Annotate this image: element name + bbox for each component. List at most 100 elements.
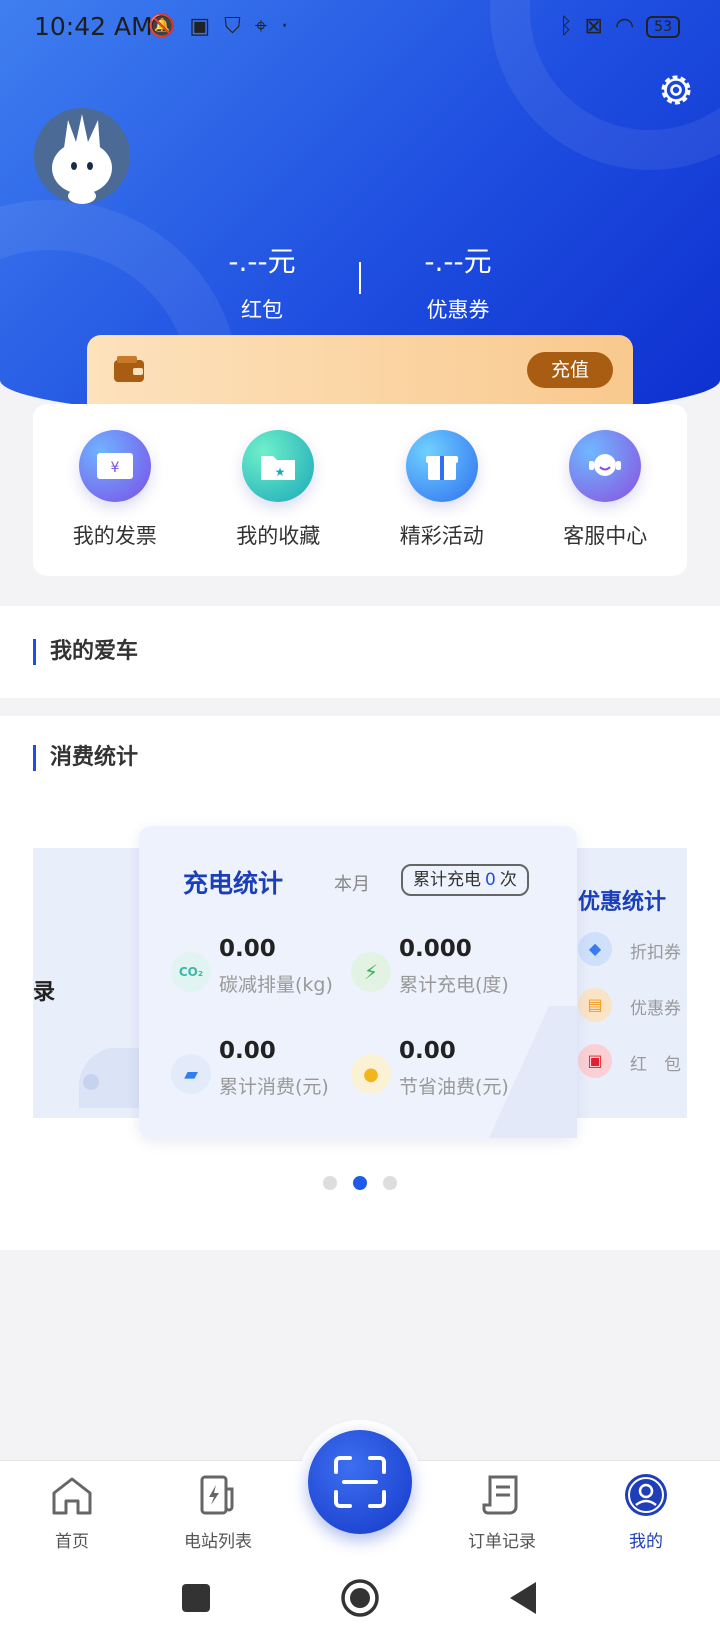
tab-label: 首页 [55, 1532, 89, 1552]
coupon-stats-row: ▣ 红 包 [578, 1044, 687, 1080]
red-packet-balance[interactable]: -.--元 红包 [162, 240, 362, 324]
my-car-section[interactable]: 我的爱车 [0, 606, 720, 698]
battery-icon: 53 [646, 15, 680, 38]
carousel-pagination [0, 1176, 720, 1190]
settings-gear-icon[interactable] [656, 70, 696, 110]
prev-card-partial-title: 录 [33, 980, 56, 1005]
coupon-label: 优惠券 [426, 298, 490, 322]
status-icons-left: 🔕 ▣ ⛉ ⌖ · [148, 14, 288, 39]
gift-icon [405, 430, 478, 502]
dot-icon: · [281, 14, 289, 39]
stat-total-spent: ▰ 0.00 累计消费(元) [171, 1038, 361, 1108]
status-time: 10:42 AM [34, 12, 153, 41]
mute-icon: 🔕 [148, 14, 176, 39]
stat-label: 节省油费(元) [399, 1076, 509, 1098]
quick-action-label: 我的发票 [72, 524, 157, 548]
my-car-title: 我的爱车 [33, 639, 138, 665]
co2-icon: CO₂ [171, 952, 211, 992]
scan-button[interactable] [308, 1430, 412, 1534]
stat-value: 0.000 [399, 936, 472, 962]
tab-station-list[interactable]: 电站列表 [158, 1471, 278, 1552]
stat-label: 累计消费(元) [219, 1076, 329, 1098]
consumption-stats-section: 消费统计 录 优惠统计 ◆ 折扣券 ▤ 优惠券 ▣ 红 包 充电统计 本月 累计… [0, 716, 720, 1250]
stat-fuel-saved: ● 0.00 节省油费(元) [351, 1038, 541, 1108]
status-icons-right: ᛒ ⊠ ◠ 53 [559, 14, 680, 39]
stat-carbon-reduction: CO₂ 0.00 碳减排量(kg) [171, 936, 361, 1006]
profile-icon [625, 1474, 667, 1516]
period-label: 本月 [334, 874, 370, 895]
charging-station-icon [200, 1475, 234, 1515]
red-packet-value: -.--元 [228, 245, 296, 278]
home-icon [52, 1477, 92, 1515]
badge-suffix: 次 [499, 870, 517, 890]
stat-label: 累计充电(度) [399, 974, 509, 996]
recharge-button[interactable]: 充值 [527, 352, 613, 388]
app-notification-icon: ▣ [189, 14, 211, 39]
oil-drop-icon: ● [351, 1054, 391, 1094]
system-navigation-bar [0, 1556, 720, 1650]
sim-off-icon: ⊠ [584, 14, 603, 39]
wallet-icon: ▰ [171, 1054, 211, 1094]
customer-service-icon [569, 430, 642, 502]
avatar[interactable] [34, 108, 130, 204]
tab-home[interactable]: 首页 [12, 1471, 132, 1552]
charging-stats-card[interactable]: 充电统计 本月 累计充电 0 次 CO₂ 0.00 碳减排量(kg) ⚡ 0.000… [139, 826, 577, 1138]
quick-action-favorites[interactable]: ★ 我的收藏 [197, 404, 361, 576]
badge-count: 0 [485, 870, 496, 890]
coupon-ticket-icon: ▤ [578, 988, 612, 1022]
quick-action-activities[interactable]: 精彩活动 [360, 404, 524, 576]
stat-value: 0.00 [399, 1038, 456, 1064]
svg-text:¥: ¥ [110, 460, 119, 476]
status-bar: 10:42 AM 🔕 ▣ ⛉ ⌖ · ᛒ ⊠ ◠ 53 [0, 0, 720, 54]
pagination-dot[interactable] [383, 1176, 397, 1190]
charging-stats-title: 充电统计 [183, 869, 284, 898]
coupon-value: -.--元 [424, 245, 492, 278]
quick-action-customer-service[interactable]: 客服中心 [524, 404, 688, 576]
recent-apps-icon[interactable] [180, 1582, 212, 1614]
quick-action-label: 客服中心 [563, 524, 648, 548]
stat-value: 0.00 [219, 1038, 276, 1064]
svg-text:★: ★ [275, 465, 286, 479]
pagination-dot-active[interactable] [353, 1176, 367, 1190]
badge-prefix: 累计充电 [413, 870, 481, 890]
invoice-icon: ¥ [78, 430, 151, 502]
carousel-card-next[interactable]: 优惠统计 ◆ 折扣券 ▤ 优惠券 ▣ 红 包 [566, 848, 687, 1118]
bluetooth-icon: ᛒ [559, 14, 573, 39]
stat-value: 0.00 [219, 936, 276, 962]
wallet-icon [114, 356, 144, 382]
scan-icon [334, 1456, 386, 1508]
lightning-icon: ⚡ [351, 952, 391, 992]
coupon-stats-row: ◆ 折扣券 [578, 932, 687, 968]
quick-action-invoice[interactable]: ¥ 我的发票 [33, 404, 197, 576]
quick-action-label: 精彩活动 [399, 524, 484, 548]
coupon-stats-label: 优惠券 [630, 999, 681, 1019]
order-record-icon [482, 1475, 518, 1515]
coupon-balance[interactable]: -.--元 优惠券 [358, 240, 558, 324]
carousel-card-prev[interactable]: 录 [33, 848, 153, 1118]
back-nav-icon[interactable] [508, 1580, 538, 1616]
coupon-stats-label: 红 包 [630, 1055, 681, 1075]
red-packet-label: 红包 [241, 298, 283, 322]
quick-action-label: 我的收藏 [236, 524, 321, 548]
pagination-dot[interactable] [323, 1176, 337, 1190]
consumption-stats-title: 消费统计 [33, 745, 138, 771]
discount-tag-icon: ◆ [578, 932, 612, 966]
tab-order-records[interactable]: 订单记录 [442, 1471, 562, 1552]
favorites-folder-icon: ★ [242, 430, 315, 502]
quick-actions-card: ¥ 我的发票 ★ 我的收藏 精彩活动 客服中心 [33, 404, 687, 576]
coupon-stats-label: 折扣券 [630, 943, 681, 963]
stat-total-charged: ⚡ 0.000 累计充电(度) [351, 936, 541, 1006]
coupon-stats-title: 优惠统计 [578, 890, 667, 915]
tab-label: 订单记录 [468, 1532, 536, 1552]
tab-label: 电站列表 [184, 1532, 252, 1552]
tab-label: 我的 [629, 1532, 663, 1552]
home-nav-icon[interactable] [340, 1578, 380, 1618]
wifi-icon: ◠ [614, 14, 635, 39]
shield-icon: ⛉ [224, 14, 241, 39]
tab-mine[interactable]: 我的 [586, 1471, 706, 1552]
scan-button-wrapper [298, 1420, 422, 1544]
coupon-stats-row: ▤ 优惠券 [578, 988, 687, 1024]
location-icon: ⌖ [254, 14, 268, 39]
total-charges-badge: 累计充电 0 次 [401, 864, 529, 896]
mascot-avatar-icon [52, 114, 112, 204]
